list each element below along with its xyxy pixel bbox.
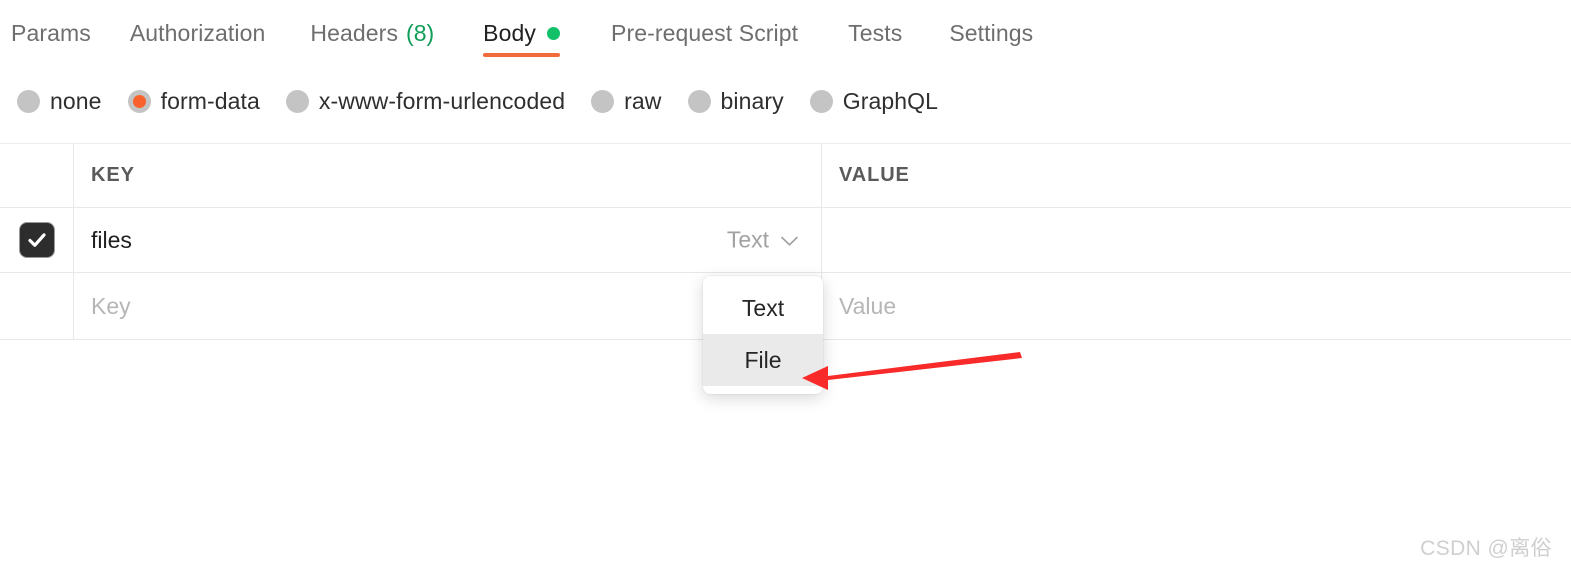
tab-tests[interactable]: Tests — [848, 0, 902, 65]
tab-headers-count: (8) — [406, 20, 435, 46]
radio-icon-none — [17, 89, 40, 113]
tab-body[interactable]: Body — [483, 0, 560, 65]
type-dropdown-menu: Text File — [703, 276, 823, 394]
table-header-row: KEY VALUE — [0, 143, 1571, 208]
row-checkbox-cell — [0, 208, 74, 272]
row-type-dropdown-trigger[interactable]: Text — [727, 227, 799, 254]
dropdown-item-text[interactable]: Text — [703, 282, 823, 334]
row-key-cell[interactable]: files Text — [74, 208, 822, 272]
dropdown-item-file[interactable]: File — [703, 334, 823, 386]
row-key-value: files — [91, 226, 132, 253]
body-type-binary[interactable]: binary — [687, 87, 784, 115]
row-type-current-value: Text — [726, 226, 769, 253]
tab-body-label: Body — [483, 20, 536, 46]
tab-pre-request-script-label: Pre-request Script — [611, 20, 799, 46]
tab-params[interactable]: Params — [11, 0, 91, 65]
tab-pre-request-script[interactable]: Pre-request Script — [611, 0, 798, 65]
tab-settings-label: Settings — [949, 20, 1034, 46]
body-type-none[interactable]: none — [17, 88, 102, 115]
body-type-form-data-label: form-data — [160, 87, 260, 114]
radio-icon-binary — [687, 89, 711, 113]
tab-tests-label: Tests — [848, 20, 903, 46]
dropdown-item-text-label: Text — [741, 294, 785, 321]
table-row[interactable]: files Text — [0, 208, 1571, 273]
active-tab-underline — [483, 53, 560, 57]
column-header-value: VALUE — [839, 164, 910, 186]
header-cell-checkbox — [0, 144, 74, 207]
tab-headers[interactable]: Headers (8) — [310, 0, 434, 65]
green-dot-icon — [547, 27, 560, 40]
body-type-form-data[interactable]: form-data — [127, 87, 260, 115]
dropdown-item-file-label: File — [744, 346, 782, 373]
radio-icon-form-data — [127, 89, 151, 113]
row-value-cell[interactable]: Value — [822, 273, 1571, 339]
body-type-binary-label: binary — [720, 87, 784, 114]
body-type-x-www-form-urlencoded[interactable]: x-www-form-urlencoded — [285, 87, 566, 115]
value-input-placeholder[interactable]: Value — [839, 293, 896, 320]
tab-params-label: Params — [11, 20, 91, 46]
key-input-placeholder[interactable]: Key — [91, 293, 131, 320]
column-header-key: KEY — [91, 164, 135, 186]
row-checkbox-cell — [0, 273, 74, 339]
header-cell-key: KEY — [74, 144, 822, 207]
chevron-down-icon — [780, 227, 799, 254]
row-checkbox-checked[interactable] — [19, 223, 54, 257]
body-type-graphql-label: GraphQL — [842, 87, 939, 114]
body-type-raw[interactable]: raw — [591, 88, 661, 115]
tab-settings[interactable]: Settings — [949, 0, 1033, 65]
request-tab-bar: Params Authorization Headers (8) Body Pr… — [0, 0, 1571, 63]
row-value-cell[interactable] — [822, 208, 1571, 272]
tab-headers-label: Headers — [310, 20, 399, 46]
body-type-radio-group: none form-data x-www-form-urlencoded raw… — [0, 78, 938, 124]
radio-icon-x-www-form-urlencoded — [285, 89, 309, 113]
body-type-none-label: none — [50, 87, 102, 114]
body-type-graphql[interactable]: GraphQL — [809, 87, 939, 115]
tab-authorization[interactable]: Authorization — [130, 0, 266, 65]
header-cell-value: VALUE — [822, 144, 1571, 207]
body-type-x-www-form-urlencoded-label: x-www-form-urlencoded — [318, 87, 566, 114]
radio-icon-graphql — [809, 89, 833, 113]
tab-authorization-label: Authorization — [129, 20, 266, 46]
watermark-text: CSDN @离俗 — [1420, 537, 1552, 560]
body-type-raw-label: raw — [624, 87, 662, 114]
radio-icon-raw — [591, 89, 615, 113]
